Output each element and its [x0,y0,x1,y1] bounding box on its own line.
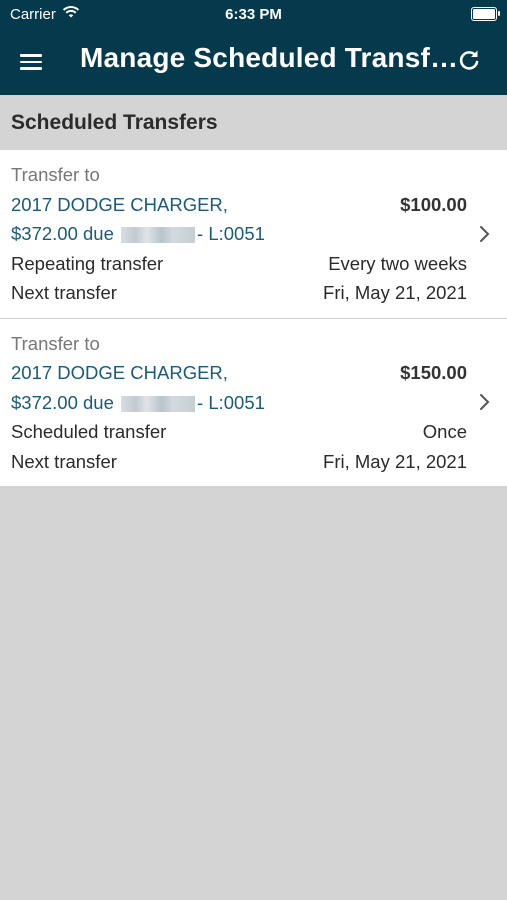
refresh-icon[interactable] [455,46,483,74]
due-amount: $372.00 due [11,391,114,413]
transfer-amount: $150.00 [400,362,467,383]
app-header: Carrier 6:33 PM Manage Scheduled Transf… [0,0,507,95]
loan-id: - L:0051 [197,223,265,244]
due-amount: $372.00 due [11,223,114,244]
status-time: 6:33 PM [225,6,282,23]
loan-id: - L:0051 [197,391,265,413]
next-transfer-date: Fri, May 21, 2021 [323,450,467,472]
account-name: 2017 DODGE CHARGER, [11,362,228,383]
transfer-frequency: Every two weeks [328,252,467,274]
transfer-card[interactable]: Transfer to 2017 DODGE CHARGER, $100.00 … [0,150,507,319]
section-header: Scheduled Transfers [0,95,507,150]
transfer-type-label: Repeating transfer [11,252,164,274]
redacted-account-number [121,227,196,244]
next-transfer-date: Fri, May 21, 2021 [323,282,467,303]
chevron-right-icon [475,225,493,243]
next-transfer-label: Next transfer [11,450,117,472]
account-due: $372.00 due - L:0051 [11,388,265,418]
account-due: $372.00 due - L:0051 [11,219,265,249]
transfer-amount: $100.00 [400,193,467,215]
status-bar: Carrier 6:33 PM [0,0,507,30]
transfer-to-label: Transfer to [11,164,100,185]
account-name: 2017 DODGE CHARGER, [11,193,228,215]
transfer-card[interactable]: Transfer to 2017 DODGE CHARGER, $150.00 … [0,319,507,487]
transfer-frequency: Once [422,421,467,442]
page-title: Manage Scheduled Transf… [80,42,459,73]
battery-icon [471,7,500,21]
transfer-type-label: Scheduled transfer [11,421,167,442]
transfer-list: Transfer to 2017 DODGE CHARGER, $100.00 … [0,150,507,487]
next-transfer-label: Next transfer [11,282,117,303]
redacted-account-number [121,395,196,412]
nav-bar: Manage Scheduled Transf… [0,30,507,95]
menu-icon[interactable] [20,50,60,76]
transfer-to-label: Transfer to [11,332,100,354]
chevron-right-icon [475,393,493,411]
